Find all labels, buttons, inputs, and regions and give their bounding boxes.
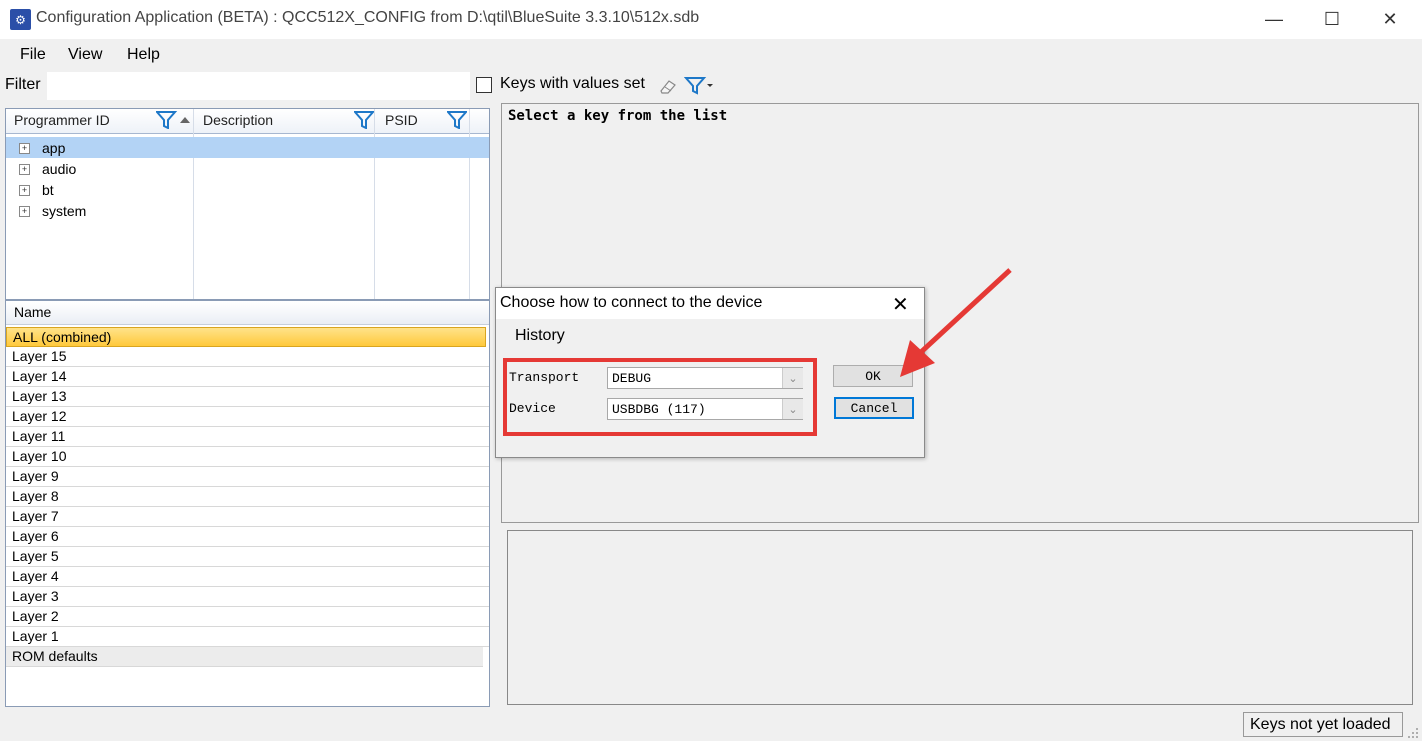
layer-row[interactable]: Layer 5	[6, 547, 489, 567]
value-editor-panel[interactable]	[507, 530, 1413, 705]
tree-item-label: audio	[42, 161, 77, 177]
history-button[interactable]: History	[515, 327, 565, 345]
column-name[interactable]: Name	[14, 304, 51, 320]
maximize-button[interactable]: ☐	[1303, 0, 1361, 39]
expand-icon[interactable]: +	[19, 206, 30, 217]
layer-row[interactable]: Layer 6	[6, 527, 489, 547]
layer-row[interactable]: Layer 15	[6, 347, 489, 367]
expand-icon[interactable]: +	[19, 164, 30, 175]
column-description[interactable]: Description	[203, 112, 273, 128]
status-text: Keys not yet loaded	[1243, 712, 1403, 737]
tree-item-app[interactable]	[6, 137, 489, 158]
eraser-icon[interactable]	[658, 77, 678, 95]
window-title: Configuration Application (BETA) : QCC51…	[36, 9, 700, 26]
expand-icon[interactable]: +	[19, 143, 30, 154]
layer-row[interactable]: Layer 4	[6, 567, 489, 587]
filter-input[interactable]	[47, 72, 470, 100]
app-config-icon: ⚙	[10, 9, 31, 30]
description-filter-icon[interactable]	[354, 111, 374, 129]
psid-filter-icon[interactable]	[447, 111, 467, 129]
expand-icon[interactable]: +	[19, 185, 30, 196]
cancel-button[interactable]: Cancel	[834, 397, 914, 419]
layer-row[interactable]: Layer 12	[6, 407, 489, 427]
dialog-title: Choose how to connect to the device	[500, 294, 763, 311]
close-button[interactable]: ✕	[1361, 0, 1419, 39]
tree-item-label: system	[42, 203, 87, 219]
filter-dropdown-icon[interactable]	[684, 75, 716, 95]
layer-row[interactable]: Layer 1	[6, 627, 489, 647]
layer-row[interactable]: Layer 3	[6, 587, 489, 607]
layer-row[interactable]: Layer 2	[6, 607, 489, 627]
layers-header	[6, 302, 489, 325]
filter-label: Filter	[5, 76, 41, 93]
keys-with-values-checkbox[interactable]	[476, 77, 492, 93]
programmer-id-filter-icon[interactable]	[156, 111, 192, 129]
highlight-box	[503, 358, 817, 436]
layer-row[interactable]: Layer 9	[6, 467, 489, 487]
minimize-button[interactable]: —	[1245, 0, 1303, 39]
annotation-arrow-icon	[900, 268, 1012, 377]
tree-item-label: bt	[42, 182, 54, 198]
column-psid[interactable]: PSID	[385, 112, 418, 128]
resize-grip-icon[interactable]	[1406, 726, 1420, 740]
menu-help[interactable]: Help	[127, 46, 160, 64]
column-programmer-id[interactable]: Programmer ID	[14, 112, 110, 128]
menu-file[interactable]: File	[20, 46, 46, 64]
layer-row[interactable]: Layer 7	[6, 507, 489, 527]
tree-item-bt[interactable]	[6, 179, 489, 200]
layer-all-combined[interactable]: ALL (combined)	[6, 327, 486, 347]
layer-row[interactable]: Layer 14	[6, 367, 489, 387]
tree-item-audio[interactable]	[6, 158, 489, 179]
keys-with-values-label: Keys with values set	[500, 75, 645, 92]
layer-row[interactable]: Layer 11	[6, 427, 489, 447]
tree-item-label: app	[42, 140, 66, 156]
layer-row[interactable]: Layer 13	[6, 387, 489, 407]
layer-rom-defaults[interactable]: ROM defaults	[6, 647, 483, 667]
menu-bar	[0, 39, 1422, 70]
menu-view[interactable]: View	[68, 46, 102, 64]
key-detail-message: Select a key from the list	[508, 108, 728, 124]
layer-row[interactable]: Layer 10	[6, 447, 489, 467]
layer-row[interactable]: Layer 8	[6, 487, 489, 507]
